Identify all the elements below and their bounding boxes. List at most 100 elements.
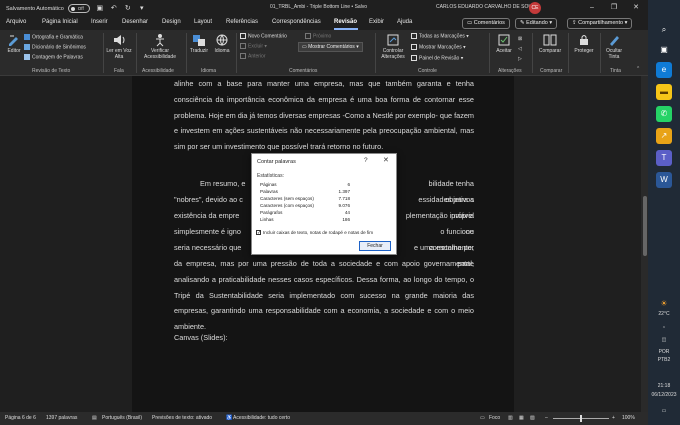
show-comments-button[interactable]: ▭ Mostrar Comentários ▾: [298, 42, 363, 52]
track-changes-icon: [387, 34, 399, 46]
collapse-ribbon-icon[interactable]: ⌃: [636, 66, 640, 72]
zoom-level[interactable]: 100%: [622, 415, 635, 421]
language-line-1[interactable]: POR: [648, 349, 680, 355]
file-explorer-icon[interactable]: ▬: [656, 84, 672, 100]
minimize-icon[interactable]: –: [586, 2, 598, 14]
close-icon[interactable]: ✕: [630, 2, 642, 14]
user-name: CARLOS EDUARDO CARVALHO DE SOUZA: [436, 4, 539, 10]
vertical-scrollbar[interactable]: [641, 76, 648, 412]
thesaurus-button[interactable]: Dicionário de Sinônimos: [24, 44, 86, 50]
whatsapp-icon[interactable]: ✆: [656, 106, 672, 122]
focus-button[interactable]: Foco: [489, 415, 500, 421]
tab-inserir[interactable]: Inserir: [91, 19, 108, 25]
text-predictions-indicator[interactable]: Previsões de texto: ativado: [152, 415, 212, 421]
teams-icon[interactable]: T: [656, 150, 672, 166]
show-markup-button[interactable]: Mostrar Marcações ▾: [411, 44, 466, 50]
comments-button[interactable]: ▭ Comentários: [462, 18, 510, 29]
word-count-indicator[interactable]: 1397 palavras: [46, 415, 77, 421]
task-view-icon[interactable]: ▣: [656, 42, 672, 58]
next-comment-button[interactable]: Próximo: [305, 33, 331, 39]
clock-time[interactable]: 21:18: [648, 383, 680, 389]
proofing-icon[interactable]: ▤: [92, 415, 97, 421]
next-change-icon[interactable]: ▷: [518, 56, 522, 62]
compare-button[interactable]: Comparar: [536, 33, 564, 55]
thesaurus-label: Dicionário de Sinônimos: [32, 44, 86, 51]
chevron-down-icon: ▾: [459, 55, 464, 62]
tab-referencias[interactable]: Referências: [226, 19, 258, 25]
reject-icon[interactable]: ⊠: [518, 36, 522, 42]
tab-correspondencias[interactable]: Correspondências: [272, 19, 321, 25]
maximize-icon[interactable]: ❐: [608, 2, 620, 14]
markup-dropdown[interactable]: Todas as Marcações ▾: [411, 33, 469, 39]
save-icon[interactable]: ▣: [96, 5, 104, 13]
search-icon[interactable]: ⌕: [656, 22, 672, 38]
language-line-2[interactable]: PTB2: [648, 357, 680, 363]
zoom-slider-thumb[interactable]: [580, 415, 582, 422]
help-icon[interactable]: ?: [364, 157, 368, 164]
review-pane-icon: [411, 55, 417, 61]
undo-icon[interactable]: ↶: [110, 5, 118, 13]
protect-button[interactable]: Proteger: [571, 33, 597, 55]
spelling-button[interactable]: Ortografia e Gramática: [24, 34, 83, 40]
new-comment-button[interactable]: Novo Comentário: [240, 33, 287, 39]
zoom-in-icon[interactable]: +: [612, 415, 615, 421]
language-button[interactable]: Idioma: [211, 33, 233, 55]
previous-change-icon[interactable]: ◁: [518, 46, 522, 52]
editor-button[interactable]: Editor: [4, 33, 24, 55]
check-accessibility-button[interactable]: Verificar Acessibilidade: [138, 33, 182, 60]
delete-comment-button[interactable]: Excluir ▾: [240, 43, 267, 49]
edge-icon[interactable]: e: [656, 62, 672, 78]
editing-mode-button[interactable]: ✎ Editando ▾: [515, 18, 558, 29]
review-pane-button[interactable]: Painel de Revisão ▾: [411, 55, 463, 61]
compare-icon: [543, 34, 557, 46]
track-changes-button[interactable]: Controlar Alterações: [378, 33, 408, 60]
redo-icon[interactable]: ↻: [124, 5, 132, 13]
zoom-slider[interactable]: [553, 415, 609, 422]
clock-date[interactable]: 06/12/2023: [648, 392, 680, 398]
print-layout-icon[interactable]: ▦: [519, 415, 524, 421]
translate-button[interactable]: Traduzir: [188, 33, 210, 55]
previous-comment-button[interactable]: Anterior: [240, 53, 266, 59]
include-textboxes-checkbox[interactable]: ✓: [256, 230, 261, 236]
zoom-out-icon[interactable]: –: [545, 415, 548, 421]
read-mode-icon[interactable]: ▥: [508, 415, 513, 421]
app-icon[interactable]: ↗: [656, 128, 672, 144]
page-indicator[interactable]: Página 6 de 6: [5, 415, 36, 421]
close-icon[interactable]: ✕: [383, 156, 389, 164]
accessibility-indicator[interactable]: Acessibilidade: tudo certo: [233, 415, 290, 421]
tab-pagina-inicial[interactable]: Página Inicial: [42, 19, 78, 25]
stat-value-paragraphs: 44: [344, 210, 350, 215]
tab-arquivo[interactable]: Arquivo: [6, 19, 26, 25]
word-count-button[interactable]: Contagem de Palavras: [24, 54, 83, 60]
tray-chevron-icon[interactable]: ⌃: [648, 326, 680, 332]
tab-layout[interactable]: Layout: [194, 19, 212, 25]
accept-button[interactable]: Aceitar: [492, 33, 516, 55]
new-comment-icon: [240, 33, 246, 39]
stat-value-pages: 6: [347, 182, 350, 187]
web-layout-icon[interactable]: ▧: [530, 415, 535, 421]
word-icon[interactable]: W: [656, 172, 672, 188]
avatar[interactable]: CE: [529, 2, 541, 14]
hide-ink-button[interactable]: Ocultar Tinta: [602, 33, 626, 60]
language-indicator[interactable]: Português (Brasil): [102, 415, 142, 421]
notifications-icon[interactable]: ▭: [648, 408, 680, 414]
tab-desenhar[interactable]: Desenhar: [122, 19, 148, 25]
read-aloud-label: Ler em Voz Alta: [106, 48, 132, 60]
lock-icon: [580, 35, 588, 45]
weather-icon[interactable]: ☀: [656, 296, 672, 312]
share-button[interactable]: ⇪ Compartilhamento ▾: [567, 18, 633, 29]
customize-toolbar-icon[interactable]: ▾: [138, 5, 146, 13]
stat-label-words: Palavras: [260, 189, 278, 194]
tab-exibir[interactable]: Exibir: [369, 19, 384, 25]
document-title[interactable]: 01_TRBL_Ambi - Triple Bottom Line • Salv…: [270, 4, 367, 10]
autosave-toggle[interactable]: Off: [67, 4, 90, 13]
close-dialog-button[interactable]: Fechar: [359, 241, 391, 251]
stat-value-words: 1.397: [338, 189, 351, 194]
word-count-label: Contagem de Palavras: [32, 54, 83, 61]
tab-revisao[interactable]: Revisão: [334, 19, 357, 25]
scrollbar-thumb[interactable]: [642, 196, 647, 256]
read-aloud-button[interactable]: Ler em Voz Alta: [106, 33, 132, 60]
tab-design[interactable]: Design: [162, 19, 181, 25]
tab-ajuda[interactable]: Ajuda: [397, 19, 412, 25]
network-icon[interactable]: ◫: [648, 337, 680, 343]
